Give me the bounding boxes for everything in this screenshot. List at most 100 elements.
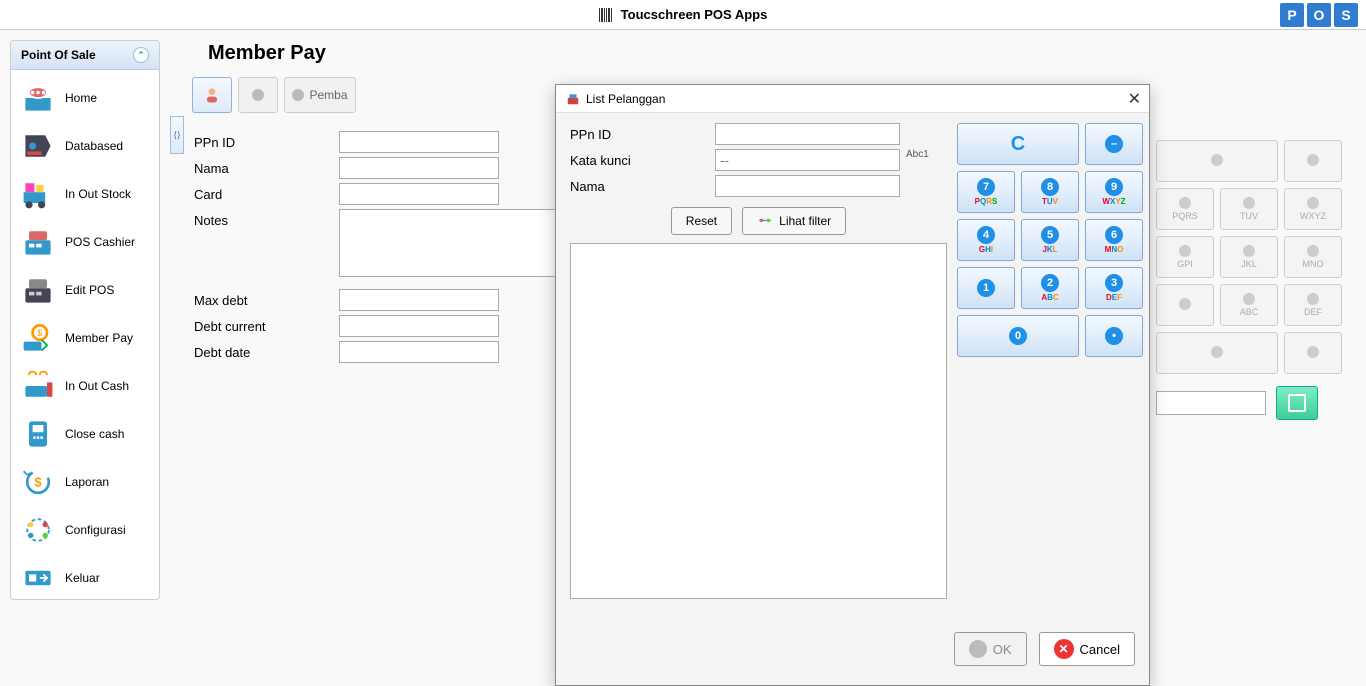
modal-nama-input[interactable] — [715, 175, 900, 197]
nama-label: Nama — [194, 157, 339, 176]
check-icon — [1288, 394, 1306, 412]
badge-p: P — [1280, 3, 1304, 27]
sidebar-toggle[interactable]: ⟨⟩ — [170, 116, 184, 154]
badge-s: S — [1334, 3, 1358, 27]
modal-keypad: C– 7PQRS8TUV9WXYZ 4GHI5JKL6MNO 12ABC3DEF0• — [957, 123, 1143, 613]
menu-label: Keluar — [65, 571, 100, 585]
ppnid-input[interactable] — [339, 131, 499, 153]
sidebar-item-in-out-stock[interactable]: In Out Stock — [11, 170, 159, 218]
filter-button[interactable]: Lihat filter — [742, 207, 846, 235]
barcode-icon — [599, 8, 615, 22]
cancel-icon: ✕ — [1054, 639, 1074, 659]
kp-dot — [1284, 332, 1342, 374]
kp-minus — [1284, 140, 1342, 182]
abc-hint: Abc1 — [906, 149, 929, 160]
list-pelanggan-dialog: List Pelanggan ✕ PPn ID Kata kunci Abc1 N… — [555, 84, 1150, 686]
menu-icon — [19, 176, 57, 212]
svg-text:$: $ — [37, 328, 42, 338]
maxdebt-input[interactable] — [339, 289, 499, 311]
keypad-dot[interactable]: • — [1085, 315, 1143, 357]
cancel-button[interactable]: ✕Cancel — [1039, 632, 1135, 666]
menu-label: In Out Stock — [65, 187, 131, 201]
menu-label: Member Pay — [65, 331, 133, 345]
keypad-clear[interactable]: C — [957, 123, 1079, 165]
menu-label: Home — [65, 91, 97, 105]
keypad-0[interactable]: 0 — [957, 315, 1079, 357]
kp-0 — [1156, 332, 1278, 374]
pemb-button: Pemba — [284, 77, 356, 113]
dialog-title: List Pelanggan ✕ — [556, 85, 1149, 113]
sidebar-item-pos-cashier[interactable]: POS Cashier — [11, 218, 159, 266]
keypad-7[interactable]: 7PQRS — [957, 171, 1015, 213]
kp-9: WXYZ — [1284, 188, 1342, 230]
kp-3: DEF — [1284, 284, 1342, 326]
kp-8: TUV — [1220, 188, 1278, 230]
svg-text:$: $ — [34, 476, 41, 490]
sidebar-item-in-out-cash[interactable]: In Out Cash — [11, 362, 159, 410]
modal-kata-input[interactable] — [715, 149, 900, 171]
menu-label: Close cash — [65, 427, 124, 441]
tool-disabled — [238, 77, 278, 113]
kp-6: MNO — [1284, 236, 1342, 278]
sidebar: Point Of Sale ⌃ Home Databased In Out Stoc… — [10, 40, 160, 600]
menu-icon — [19, 416, 57, 452]
ok-button[interactable]: OK — [954, 632, 1027, 666]
menu-label: Configurasi — [65, 523, 126, 537]
page-title: Member Pay — [208, 42, 1352, 65]
menu-icon: $ — [19, 464, 57, 500]
reset-button[interactable]: Reset — [671, 207, 732, 235]
customer-lookup-button[interactable] — [192, 77, 232, 113]
debtcurrent-input[interactable] — [339, 315, 499, 337]
keypad-6[interactable]: 6MNO — [1085, 219, 1143, 261]
kp-2: ABC — [1220, 284, 1278, 326]
modal-nama-label: Nama — [570, 175, 715, 194]
sidebar-item-databased[interactable]: Databased — [11, 122, 159, 170]
confirm-button[interactable] — [1276, 386, 1318, 420]
maxdebt-label: Max debt — [194, 289, 339, 308]
keypad-9[interactable]: 9WXYZ — [1085, 171, 1143, 213]
menu-label: Edit POS — [65, 283, 114, 297]
modal-ppnid-label: PPn ID — [570, 123, 715, 142]
chevron-up-icon[interactable]: ⌃ — [133, 47, 149, 63]
customer-list[interactable] — [570, 243, 947, 599]
kp-1 — [1156, 284, 1214, 326]
sidebar-item-keluar[interactable]: Keluar — [11, 554, 159, 602]
keypad-8[interactable]: 8TUV — [1021, 171, 1079, 213]
kp-clear — [1156, 140, 1278, 182]
keypad-minus[interactable]: – — [1085, 123, 1143, 165]
menu-label: POS Cashier — [65, 235, 135, 249]
menu-label: Laporan — [65, 475, 109, 489]
ok-icon — [969, 640, 987, 658]
keypad-5[interactable]: 5JKL — [1021, 219, 1079, 261]
menu-icon — [19, 368, 57, 404]
modal-ppnid-input[interactable] — [715, 123, 900, 145]
right-keypad: PQRS TUV WXYZ GPI JKL MNO ABC DEF — [1156, 140, 1356, 420]
amount-input[interactable] — [1156, 391, 1266, 415]
menu-icon — [19, 80, 57, 116]
kp-4: GPI — [1156, 236, 1214, 278]
sidebar-item-configurasi[interactable]: Configurasi — [11, 506, 159, 554]
keypad-1[interactable]: 1 — [957, 267, 1015, 309]
menu-icon — [19, 560, 57, 596]
debtdate-input[interactable] — [339, 341, 499, 363]
keypad-4[interactable]: 4GHI — [957, 219, 1015, 261]
debtcurrent-label: Debt current — [194, 315, 339, 334]
nama-input[interactable] — [339, 157, 499, 179]
notes-label: Notes — [194, 209, 339, 228]
keypad-2[interactable]: 2ABC — [1021, 267, 1079, 309]
keypad-3[interactable]: 3DEF — [1085, 267, 1143, 309]
menu-icon — [19, 512, 57, 548]
sidebar-item-home[interactable]: Home — [11, 74, 159, 122]
menu-icon: $ — [19, 320, 57, 356]
sidebar-item-edit-pos[interactable]: Edit POS — [11, 266, 159, 314]
sidebar-item-laporan[interactable]: $ Laporan — [11, 458, 159, 506]
menu-icon — [19, 272, 57, 308]
card-input[interactable] — [339, 183, 499, 205]
sidebar-header[interactable]: Point Of Sale ⌃ — [11, 41, 159, 70]
app-title: Toucschreen POS Apps — [599, 7, 768, 22]
modal-kata-label: Kata kunci — [570, 149, 715, 168]
badge-o: O — [1307, 3, 1331, 27]
sidebar-item-member-pay[interactable]: $ Member Pay — [11, 314, 159, 362]
close-icon[interactable]: ✕ — [1128, 89, 1141, 109]
sidebar-item-close-cash[interactable]: Close cash — [11, 410, 159, 458]
